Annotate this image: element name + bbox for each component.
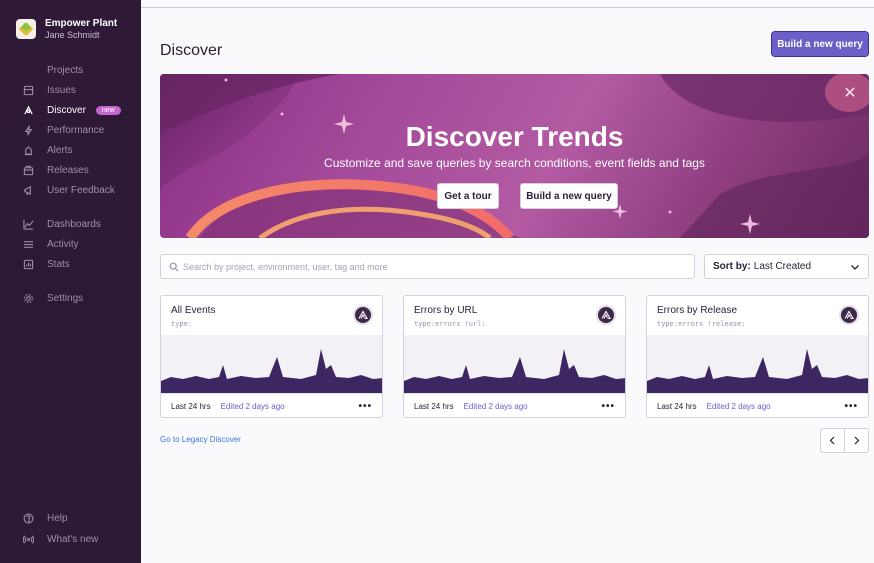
question-icon [22, 512, 34, 524]
sidebar-item-label: Performance [47, 124, 105, 136]
card-edited: Edited 2 days ago [220, 402, 285, 411]
card-range: Last 24 hrs [657, 402, 697, 411]
sidebar-item-label: Releases [47, 164, 89, 176]
pagination [820, 428, 869, 453]
query-card-errors-by-release[interactable]: Errors by Release type:errors !release: … [646, 295, 869, 418]
legacy-discover-link[interactable]: Go to Legacy Discover [160, 435, 241, 444]
card-title: All Events [171, 305, 216, 316]
top-border [141, 0, 874, 8]
more-icon[interactable]: ••• [358, 401, 372, 412]
sidebar-item-user-feedback[interactable]: User Feedback [0, 180, 141, 200]
sentry-avatar-icon [596, 305, 616, 325]
sidebar-item-label: Issues [47, 84, 76, 96]
card-chart [161, 335, 382, 393]
card-footer: Last 24 hrs Edited 2 days ago ••• [161, 393, 382, 417]
sidebar-item-label: Settings [47, 292, 84, 304]
discover-banner: Discover Trends Customize and save queri… [160, 74, 869, 238]
sort-label: Sort by: [713, 261, 751, 272]
card-chart [647, 335, 868, 393]
card-title: Errors by URL [414, 305, 478, 316]
list-icon [22, 238, 34, 250]
stats-icon [22, 258, 34, 270]
card-edited: Edited 2 days ago [463, 402, 528, 411]
more-icon[interactable]: ••• [601, 401, 615, 412]
card-footer: Last 24 hrs Edited 2 days ago ••• [647, 393, 868, 417]
sidebar-item-releases[interactable]: Releases [0, 160, 141, 180]
org-logo [16, 19, 36, 39]
projects-icon [22, 64, 34, 76]
discover-icon [22, 104, 34, 116]
build-new-query-button[interactable]: Build a new query [771, 31, 869, 57]
close-icon[interactable]: ✕ [836, 79, 864, 107]
sidebar-item-label: Help [47, 512, 68, 524]
chevron-down-icon [851, 265, 859, 270]
sidebar-item-help[interactable]: Help [0, 508, 141, 528]
sidebar-item-discover[interactable]: Discover new [0, 100, 141, 120]
sentry-avatar-icon [839, 305, 859, 325]
query-card-all-events[interactable]: All Events type: Last 24 hrs Edited 2 da… [160, 295, 383, 418]
graph-icon [22, 218, 34, 230]
more-icon[interactable]: ••• [844, 401, 858, 412]
search-bar [160, 254, 695, 279]
card-range: Last 24 hrs [171, 402, 211, 411]
sidebar-item-activity[interactable]: Activity [0, 234, 141, 254]
card-edited: Edited 2 days ago [706, 402, 771, 411]
card-query: type: [171, 320, 193, 328]
sidebar-item-issues[interactable]: Issues [0, 80, 141, 100]
sidebar-item-label: What's new [47, 533, 99, 545]
next-page-button[interactable] [844, 429, 868, 452]
sidebar-item-label: Dashboards [47, 218, 101, 230]
chevron-right-icon [854, 436, 860, 445]
page-title: Discover [160, 42, 223, 59]
sentry-avatar-icon [353, 305, 373, 325]
megaphone-icon [22, 184, 34, 196]
sidebar-item-whats-new[interactable]: What's new [0, 529, 141, 549]
sidebar-item-label: Stats [47, 258, 70, 270]
sidebar-item-projects[interactable]: Projects [0, 60, 141, 80]
org-switcher[interactable]: Empower Plant Jane Schmidt [16, 18, 117, 41]
sidebar-item-alerts[interactable]: Alerts [0, 140, 141, 160]
card-query: type:errors !url: [414, 320, 486, 328]
sidebar-item-dashboards[interactable]: Dashboards [0, 214, 141, 234]
search-input[interactable] [183, 261, 683, 272]
sidebar-item-stats[interactable]: Stats [0, 254, 141, 274]
banner-subtitle: Customize and save queries by search con… [324, 156, 705, 170]
broadcast-icon [22, 533, 34, 545]
new-badge: new [95, 105, 121, 115]
gear-icon [22, 292, 34, 304]
card-range: Last 24 hrs [414, 402, 454, 411]
sort-value: Last Created [753, 261, 812, 272]
card-chart [404, 335, 625, 393]
search-icon [169, 262, 179, 271]
query-card-errors-by-url[interactable]: Errors by URL type:errors !url: Last 24 … [403, 295, 626, 418]
package-icon [22, 164, 34, 176]
card-title: Errors by Release [657, 305, 738, 316]
siren-icon [22, 144, 34, 156]
sidebar-item-label: Discover [47, 104, 86, 116]
user-name: Jane Schmidt [45, 30, 100, 40]
sidebar-item-performance[interactable]: Performance [0, 120, 141, 140]
card-query: type:errors !release: [657, 320, 746, 328]
banner-build-query-button[interactable]: Build a new query [520, 183, 618, 209]
get-tour-button[interactable]: Get a tour [437, 183, 499, 209]
sort-dropdown[interactable]: Sort by: Last Created [704, 254, 869, 279]
banner-title: Discover Trends [405, 121, 624, 152]
sidebar-item-label: Projects [47, 64, 84, 76]
lightning-icon [22, 124, 34, 136]
sidebar-item-settings[interactable]: Settings [0, 288, 141, 308]
sidebar: Empower Plant Jane Schmidt Projects Issu… [0, 0, 141, 563]
issues-icon [22, 84, 34, 96]
card-footer: Last 24 hrs Edited 2 days ago ••• [404, 393, 625, 417]
org-name: Empower Plant [45, 18, 118, 29]
sidebar-item-label: Alerts [47, 144, 73, 156]
prev-page-button[interactable] [821, 429, 844, 452]
chevron-left-icon [829, 436, 835, 445]
sidebar-item-label: Activity [47, 238, 79, 250]
sidebar-item-label: User Feedback [47, 184, 115, 196]
